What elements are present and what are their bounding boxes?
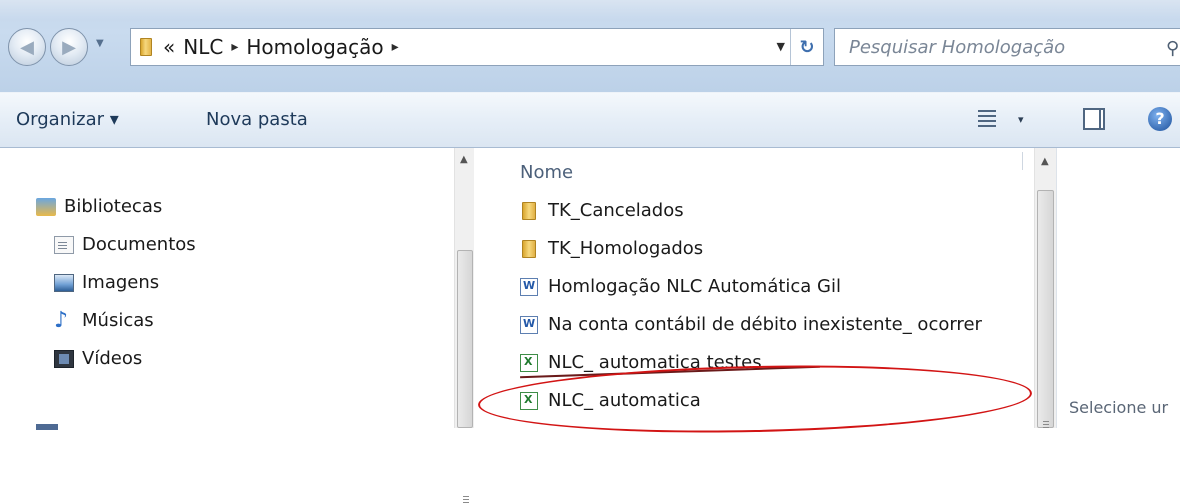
new-folder-button[interactable]: Nova pasta (206, 109, 308, 130)
address-area: ◀ ▶ ▼ « NLC ▸ Homologação ▸ ▼ ↻ Pesquisa… (0, 0, 1180, 92)
preview-message: Selecione ur (1069, 398, 1169, 417)
navigation-pane: Bibliotecas Documentos Imagens Músicas V… (0, 148, 474, 430)
pictures-icon (54, 273, 74, 292)
nav-item-label: Imagens (82, 272, 160, 293)
breadcrumb-separator-icon[interactable]: ▸ (392, 39, 399, 55)
organize-button[interactable]: Organizar ▾ (16, 109, 119, 130)
videos-icon (54, 349, 74, 368)
file-name: Na conta contábil de débito inexistente_… (548, 314, 982, 335)
list-item[interactable]: Na conta contábil de débito inexistente_… (520, 314, 982, 335)
nav-item-label: Bibliotecas (64, 196, 163, 217)
column-divider[interactable] (1022, 152, 1023, 170)
file-name: NLC_ automatica (548, 390, 701, 411)
file-name: Homlogação NLC Automática Gil (548, 276, 842, 297)
excel-spreadsheet-icon (520, 353, 538, 372)
breadcrumb-homologacao[interactable]: Homologação (246, 35, 383, 59)
file-name: TK_Homologados (548, 238, 704, 259)
scrollbar-thumb[interactable] (457, 250, 473, 504)
preview-pane: Selecione ur (1056, 148, 1180, 428)
refresh-button[interactable]: ↻ (790, 29, 823, 65)
list-item[interactable]: Homlogação NLC Automática Gil (520, 276, 841, 297)
file-list: Nome TK_Cancelados TK_Homologados Homlog… (474, 148, 1034, 428)
excel-spreadsheet-icon (520, 391, 538, 410)
column-header-name[interactable]: Nome (520, 162, 573, 183)
search-icon[interactable]: ⚲ (1166, 38, 1179, 59)
music-icon (54, 308, 74, 333)
refresh-icon: ↻ (799, 36, 815, 58)
forward-arrow-icon: ▶ (62, 36, 76, 58)
command-bar: Organizar ▾ Nova pasta ▾ ? (0, 92, 1180, 148)
computer-icon (36, 424, 58, 430)
scroll-up-icon[interactable]: ▲ (460, 154, 468, 165)
nav-item-label: Documentos (82, 234, 196, 255)
folder-icon (522, 239, 536, 258)
nav-item-label: Músicas (82, 310, 154, 331)
back-arrow-icon: ◀ (20, 36, 34, 58)
search-placeholder: Pesquisar Homologação (849, 36, 1066, 58)
folder-icon (137, 38, 155, 56)
folder-icon (522, 201, 536, 220)
list-item[interactable]: TK_Homologados (520, 238, 703, 259)
help-icon[interactable]: ? (1148, 107, 1172, 131)
documents-icon (54, 235, 74, 254)
scrollbar-thumb[interactable] (1037, 190, 1054, 429)
views-dropdown-icon[interactable]: ▾ (1018, 113, 1024, 126)
libraries-icon (36, 197, 56, 216)
list-item[interactable]: NLC_ automatica (520, 390, 701, 411)
preview-pane-icon[interactable] (1083, 108, 1105, 130)
nav-item-label: Vídeos (82, 348, 143, 369)
file-list-scrollbar[interactable]: ▲ (1034, 148, 1056, 429)
list-item[interactable]: TK_Cancelados (520, 200, 684, 221)
views-icon[interactable] (978, 110, 996, 128)
breadcrumb-nlc[interactable]: NLC (183, 35, 223, 59)
address-dropdown-icon[interactable]: ▼ (777, 40, 785, 53)
recent-pages-dropdown-icon[interactable]: ▼ (96, 38, 104, 49)
scroll-up-icon[interactable]: ▲ (1041, 156, 1049, 167)
nav-item-videos[interactable]: Vídeos (54, 348, 142, 369)
nav-item-music[interactable]: Músicas (54, 308, 154, 333)
back-button[interactable]: ◀ (8, 28, 46, 66)
nav-item-documents[interactable]: Documentos (54, 234, 196, 255)
file-name: TK_Cancelados (548, 200, 684, 221)
forward-button[interactable]: ▶ (50, 28, 88, 66)
word-document-icon (520, 315, 538, 334)
nav-item-pictures[interactable]: Imagens (54, 272, 159, 293)
search-input[interactable]: Pesquisar Homologação (834, 28, 1180, 66)
breadcrumb-overflow[interactable]: « (163, 35, 175, 59)
breadcrumb-separator-icon[interactable]: ▸ (231, 39, 238, 55)
nav-item-libraries[interactable]: Bibliotecas (36, 196, 162, 217)
word-document-icon (520, 277, 538, 296)
navigation-scrollbar[interactable]: ▲ (454, 148, 474, 504)
address-bar[interactable]: « NLC ▸ Homologação ▸ ▼ ↻ (130, 28, 824, 66)
